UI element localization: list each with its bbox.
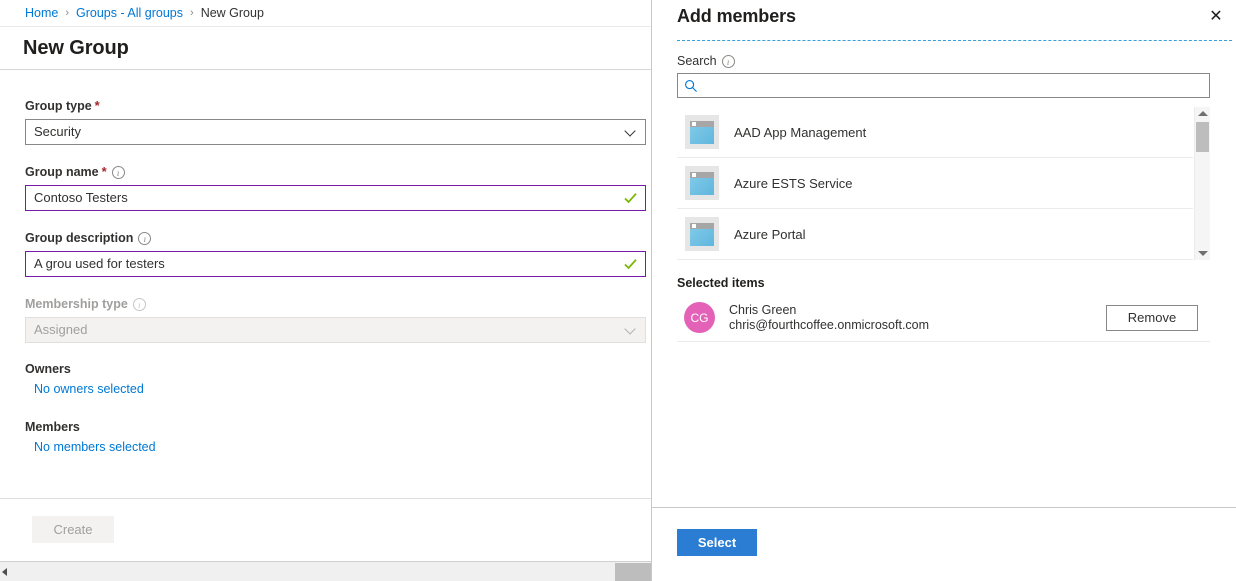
breadcrumb-separator-icon: › xyxy=(190,7,194,19)
list-item-label: Azure ESTS Service xyxy=(734,176,853,191)
valid-check-icon xyxy=(624,192,637,205)
group-name-input[interactable]: Contoso Testers xyxy=(25,185,646,211)
create-button[interactable]: Create xyxy=(32,516,114,543)
group-description-input[interactable]: A grou used for testers xyxy=(25,251,646,277)
breadcrumb-item-home[interactable]: Home xyxy=(25,6,58,20)
group-type-label-text: Group type xyxy=(25,98,92,114)
breadcrumb: Home › Groups - All groups › New Group xyxy=(0,0,651,27)
results-vertical-scrollbar[interactable] xyxy=(1194,107,1210,260)
breadcrumb-item-groups-all-groups[interactable]: Groups - All groups xyxy=(76,6,183,20)
group-type-dropdown[interactable]: Security xyxy=(25,119,646,145)
search-results-list: AAD App Management Azure ESTS Service Az… xyxy=(677,107,1193,260)
valid-check-icon xyxy=(624,258,637,271)
group-description-label: Group description ı xyxy=(25,230,646,246)
select-button[interactable]: Select xyxy=(677,529,757,556)
group-description-label-text: Group description xyxy=(25,230,133,246)
members-label: Members xyxy=(25,420,651,434)
app-window-icon xyxy=(685,166,719,200)
field-group-name: Group name * ı Contoso Testers xyxy=(25,164,646,211)
scroll-up-arrow-icon[interactable] xyxy=(1198,111,1208,116)
new-group-form: Group type * Security Group name * ı Con… xyxy=(0,70,651,478)
info-icon[interactable]: ı xyxy=(112,166,125,179)
group-description-value: A grou used for testers xyxy=(34,252,637,276)
field-group-description: Group description ı A grou used for test… xyxy=(25,230,646,277)
group-type-label: Group type * xyxy=(25,98,646,114)
list-item-label: AAD App Management xyxy=(734,125,866,140)
field-group-type: Group type * Security xyxy=(25,98,646,145)
app-window-icon xyxy=(685,217,719,251)
blade-header: New Group xyxy=(0,27,651,70)
search-box[interactable] xyxy=(677,73,1210,98)
group-name-value: Contoso Testers xyxy=(34,186,637,210)
chevron-down-icon xyxy=(625,324,637,336)
breadcrumb-separator-icon: › xyxy=(65,7,69,19)
panel-title: Add members xyxy=(677,6,796,27)
membership-type-value: Assigned xyxy=(34,318,625,342)
info-icon[interactable]: ı xyxy=(138,232,151,245)
owners-label: Owners xyxy=(25,362,651,376)
scroll-down-arrow-icon[interactable] xyxy=(1198,251,1208,256)
selected-item-email: chris@fourthcoffee.onmicrosoft.com xyxy=(729,318,1106,333)
field-membership-type: Membership type ı Assigned xyxy=(25,296,646,343)
list-item[interactable]: Azure Portal xyxy=(677,209,1193,260)
selected-item-row: CG Chris Green chris@fourthcoffee.onmicr… xyxy=(677,294,1210,342)
breadcrumb-current: New Group xyxy=(201,6,264,20)
group-name-label: Group name * ı xyxy=(25,164,646,180)
selected-item-name: Chris Green xyxy=(729,303,1106,318)
membership-type-dropdown: Assigned xyxy=(25,317,646,343)
search-results: AAD App Management Azure ESTS Service Az… xyxy=(677,107,1210,260)
required-marker: * xyxy=(95,100,100,112)
search-input[interactable] xyxy=(704,74,1203,97)
search-label: Search ı xyxy=(677,54,1236,68)
chevron-down-icon xyxy=(625,126,637,138)
page-title: New Group xyxy=(23,37,129,60)
selected-item-details: Chris Green chris@fourthcoffee.onmicroso… xyxy=(729,303,1106,333)
membership-type-label: Membership type ı xyxy=(25,296,646,312)
panel-body: Search ı AAD App Management xyxy=(652,41,1236,342)
info-icon[interactable]: ı xyxy=(133,298,146,311)
horizontal-scrollbar[interactable] xyxy=(0,561,651,581)
add-members-panel: Add members ✕ Search ı xyxy=(652,0,1236,581)
blade-footer: Create xyxy=(0,498,651,560)
membership-type-label-text: Membership type xyxy=(25,296,128,312)
panel-footer: Select xyxy=(652,507,1236,581)
required-marker: * xyxy=(102,166,107,178)
remove-button[interactable]: Remove xyxy=(1106,305,1198,331)
avatar: CG xyxy=(684,302,715,333)
list-item[interactable]: AAD App Management xyxy=(677,107,1193,158)
scroll-left-arrow-icon[interactable] xyxy=(2,568,7,576)
vertical-scrollbar-thumb[interactable] xyxy=(1196,122,1209,152)
app-window-icon xyxy=(685,115,719,149)
info-icon[interactable]: ı xyxy=(722,55,735,68)
selected-items-heading: Selected items xyxy=(677,276,1236,290)
group-type-value: Security xyxy=(34,120,625,144)
search-icon xyxy=(684,79,698,93)
close-icon[interactable]: ✕ xyxy=(1202,2,1230,30)
group-name-label-text: Group name xyxy=(25,164,99,180)
list-item-label: Azure Portal xyxy=(734,227,806,242)
panel-header: Add members ✕ xyxy=(652,0,1236,32)
owners-select-link[interactable]: No owners selected xyxy=(34,382,144,396)
list-item[interactable]: Azure ESTS Service xyxy=(677,158,1193,209)
new-group-blade: Home › Groups - All groups › New Group N… xyxy=(0,0,652,581)
search-label-text: Search xyxy=(677,54,717,68)
members-select-link[interactable]: No members selected xyxy=(34,440,156,454)
horizontal-scrollbar-thumb[interactable] xyxy=(615,563,651,581)
